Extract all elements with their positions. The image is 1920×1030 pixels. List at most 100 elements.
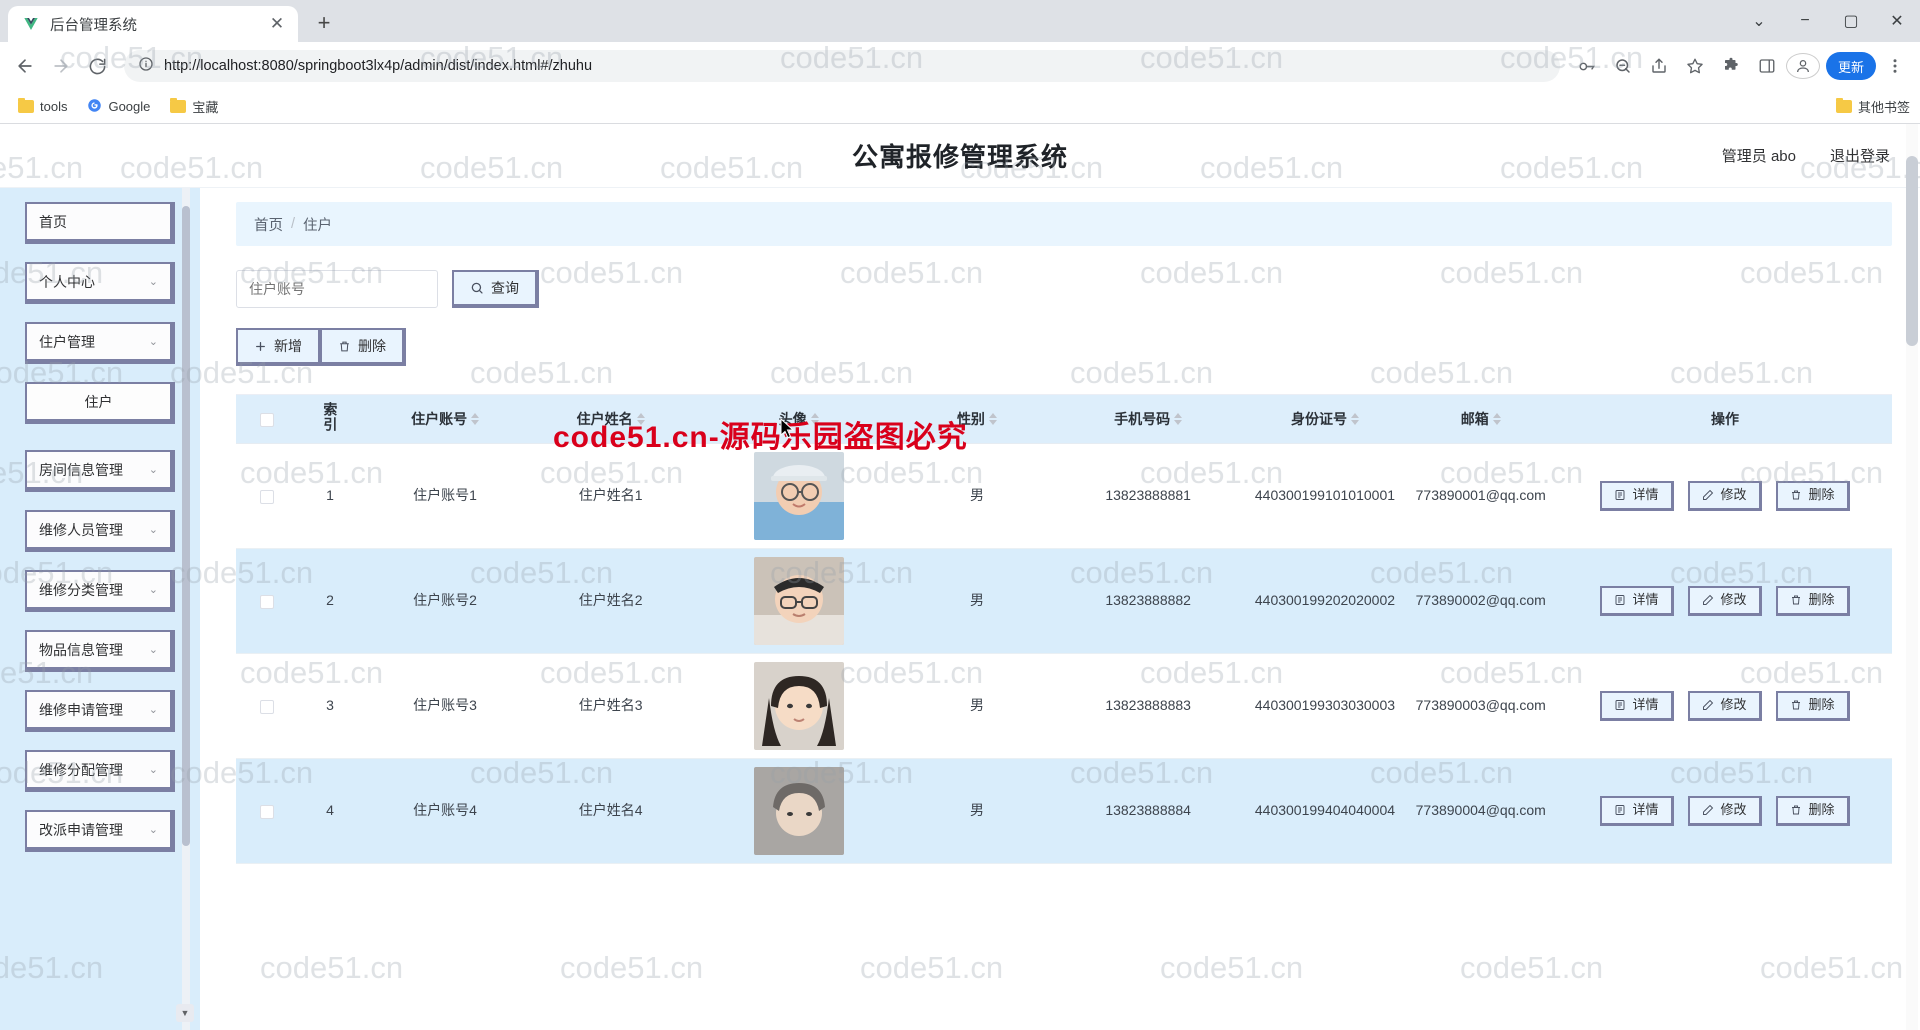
bookmark-star-icon[interactable]: [1678, 49, 1712, 83]
maximize-button[interactable]: ▢: [1828, 0, 1874, 42]
logout-button[interactable]: 退出登录: [1830, 145, 1890, 166]
watermark-red-text: code51.cn-源码乐园盗图必究: [553, 421, 968, 454]
sort-icon[interactable]: [471, 412, 480, 425]
avatar[interactable]: [753, 661, 844, 750]
side-panel-icon[interactable]: [1750, 49, 1784, 83]
header-actions: 管理员 abo 退出登录: [1722, 145, 1890, 166]
table-row[interactable]: 1 住户账号1 住户姓名1 男 13823888881 440300199101…: [236, 443, 1892, 549]
search-input[interactable]: [236, 270, 438, 308]
profile-avatar[interactable]: [1785, 53, 1820, 79]
page-scrollbar-thumb[interactable]: [1906, 156, 1918, 346]
window-close-button[interactable]: ✕: [1874, 0, 1920, 42]
breadcrumb-home[interactable]: 首页: [254, 214, 283, 235]
detail-icon: [1615, 490, 1625, 500]
new-tab-button[interactable]: +: [308, 7, 340, 39]
edit-button[interactable]: 修改: [1687, 585, 1762, 616]
close-icon[interactable]: ✕: [266, 13, 288, 35]
column-account[interactable]: 住户账号: [362, 395, 528, 444]
data-table-wrapper: 索引 住户账号 住户姓名 头像 性别 手机号码 身份证号 邮箱 操作 1 住户账…: [236, 394, 1892, 864]
select-all-cell: [236, 395, 298, 444]
detail-button[interactable]: 详情: [1599, 585, 1674, 616]
avatar[interactable]: [753, 556, 844, 645]
delete-button[interactable]: 删除: [320, 328, 406, 366]
row-delete-button[interactable]: 删除: [1775, 585, 1850, 616]
detail-button[interactable]: 详情: [1599, 795, 1674, 826]
sidebar-item-room-info-management[interactable]: 房间信息管理 ⌄: [25, 450, 175, 492]
row-delete-button[interactable]: 删除: [1775, 690, 1850, 721]
chevron-down-icon[interactable]: ⌄: [1736, 0, 1782, 42]
detail-button[interactable]: 详情: [1599, 480, 1674, 511]
bookmark-baozang[interactable]: 宝藏: [162, 94, 226, 119]
search-button[interactable]: 查询: [452, 270, 539, 308]
forward-arrow-icon[interactable]: [44, 49, 78, 83]
sidebar-item-personal-center[interactable]: 个人中心 ⌄: [25, 262, 175, 304]
sidebar-item-repair-request-management[interactable]: 维修申请管理 ⌄: [25, 690, 175, 732]
add-button[interactable]: 新增: [236, 328, 320, 366]
row-checkbox[interactable]: [259, 804, 274, 819]
sidebar-item-item-info-management[interactable]: 物品信息管理 ⌄: [25, 630, 175, 672]
cell-operations: 详情 修改 删除: [1557, 653, 1892, 759]
reload-icon[interactable]: [80, 49, 114, 83]
cell-operations: 详情 修改 删除: [1557, 548, 1892, 654]
edit-button-label: 修改: [1720, 696, 1747, 712]
chrome-menu-icon[interactable]: [1878, 49, 1912, 83]
row-checkbox[interactable]: [259, 594, 274, 609]
sidebar-scroll-down-button[interactable]: ▼: [176, 1004, 194, 1022]
row-delete-button[interactable]: 删除: [1775, 480, 1850, 511]
back-arrow-icon[interactable]: [8, 49, 42, 83]
column-email[interactable]: 邮箱: [1403, 395, 1558, 444]
avatar[interactable]: [753, 451, 844, 540]
cell-phone: 13823888882: [1049, 548, 1247, 654]
bookmark-tools[interactable]: tools: [10, 96, 75, 117]
row-delete-button-label: 删除: [1808, 486, 1835, 502]
edit-button[interactable]: 修改: [1687, 690, 1762, 721]
residents-table: 索引 住户账号 住户姓名 头像 性别 手机号码 身份证号 邮箱 操作 1 住户账…: [236, 395, 1892, 864]
sort-icon[interactable]: [1174, 412, 1183, 425]
address-bar-url: http://localhost:8080/springboot3lx4p/ad…: [164, 58, 593, 74]
minimize-button[interactable]: −: [1782, 0, 1828, 42]
bookmark-label: 宝藏: [192, 100, 219, 115]
table-row[interactable]: 3 住户账号3 住户姓名3 男 13823888883 440300199303…: [236, 653, 1892, 759]
sort-icon[interactable]: [988, 412, 997, 425]
sidebar-item-resident[interactable]: 住户: [25, 382, 175, 424]
edit-button[interactable]: 修改: [1687, 480, 1762, 511]
browser-tab[interactable]: 后台管理系统 ✕: [8, 6, 298, 42]
bookmark-google[interactable]: Google: [79, 95, 158, 119]
detail-button-label: 详情: [1632, 801, 1659, 817]
share-icon[interactable]: [1642, 49, 1676, 83]
column-idcard[interactable]: 身份证号: [1246, 395, 1404, 444]
column-phone[interactable]: 手机号码: [1049, 395, 1247, 444]
row-checkbox[interactable]: [259, 489, 274, 504]
row-delete-button[interactable]: 删除: [1775, 795, 1850, 826]
sidebar-item-resident-management[interactable]: 住户管理 ⌄: [25, 322, 175, 364]
zoom-out-icon[interactable]: [1606, 49, 1640, 83]
page-info-icon[interactable]: [138, 56, 154, 77]
table-row[interactable]: 4 住户账号4 住户姓名4 男 13823888884 440300199404…: [236, 758, 1892, 864]
main-content: 首页 / 住户 查询: [200, 188, 1920, 1030]
sidebar-item-repair-assignment-management[interactable]: 维修分配管理 ⌄: [25, 750, 175, 792]
sidebar-item-reassign-request-management[interactable]: 改派申请管理 ⌄: [25, 810, 175, 852]
sidebar-item-home[interactable]: 首页: [25, 202, 175, 244]
sidebar-scrollbar-thumb[interactable]: [182, 206, 190, 846]
column-phone-label: 手机号码: [1114, 410, 1171, 427]
edit-button[interactable]: 修改: [1687, 795, 1762, 826]
edit-button-label: 修改: [1720, 801, 1747, 817]
sidebar-item-repair-staff-management[interactable]: 维修人员管理 ⌄: [25, 510, 175, 552]
address-bar[interactable]: http://localhost:8080/springboot3lx4p/ad…: [124, 50, 1560, 82]
row-checkbox[interactable]: [259, 699, 274, 714]
other-bookmarks-button[interactable]: 其他书签: [1835, 97, 1910, 116]
sidebar-item-label: 维修人员管理: [39, 521, 123, 538]
sidebar-item-label: 维修分配管理: [39, 761, 123, 778]
sidebar-item-repair-category-management[interactable]: 维修分类管理 ⌄: [25, 570, 175, 612]
avatar[interactable]: [753, 766, 844, 855]
sort-icon[interactable]: [1492, 412, 1501, 425]
cell-idcard: 440300199404040004: [1246, 758, 1404, 864]
sort-icon[interactable]: [1350, 412, 1359, 425]
detail-button[interactable]: 详情: [1599, 690, 1674, 721]
add-button-label: 新增: [274, 338, 302, 354]
table-row[interactable]: 2 住户账号2 住户姓名2 男 13823888882 440300199202…: [236, 548, 1892, 654]
update-button[interactable]: 更新: [1825, 52, 1876, 80]
payment-key-icon[interactable]: [1570, 49, 1604, 83]
extensions-icon[interactable]: [1714, 49, 1748, 83]
select-all-checkbox[interactable]: [259, 412, 274, 427]
